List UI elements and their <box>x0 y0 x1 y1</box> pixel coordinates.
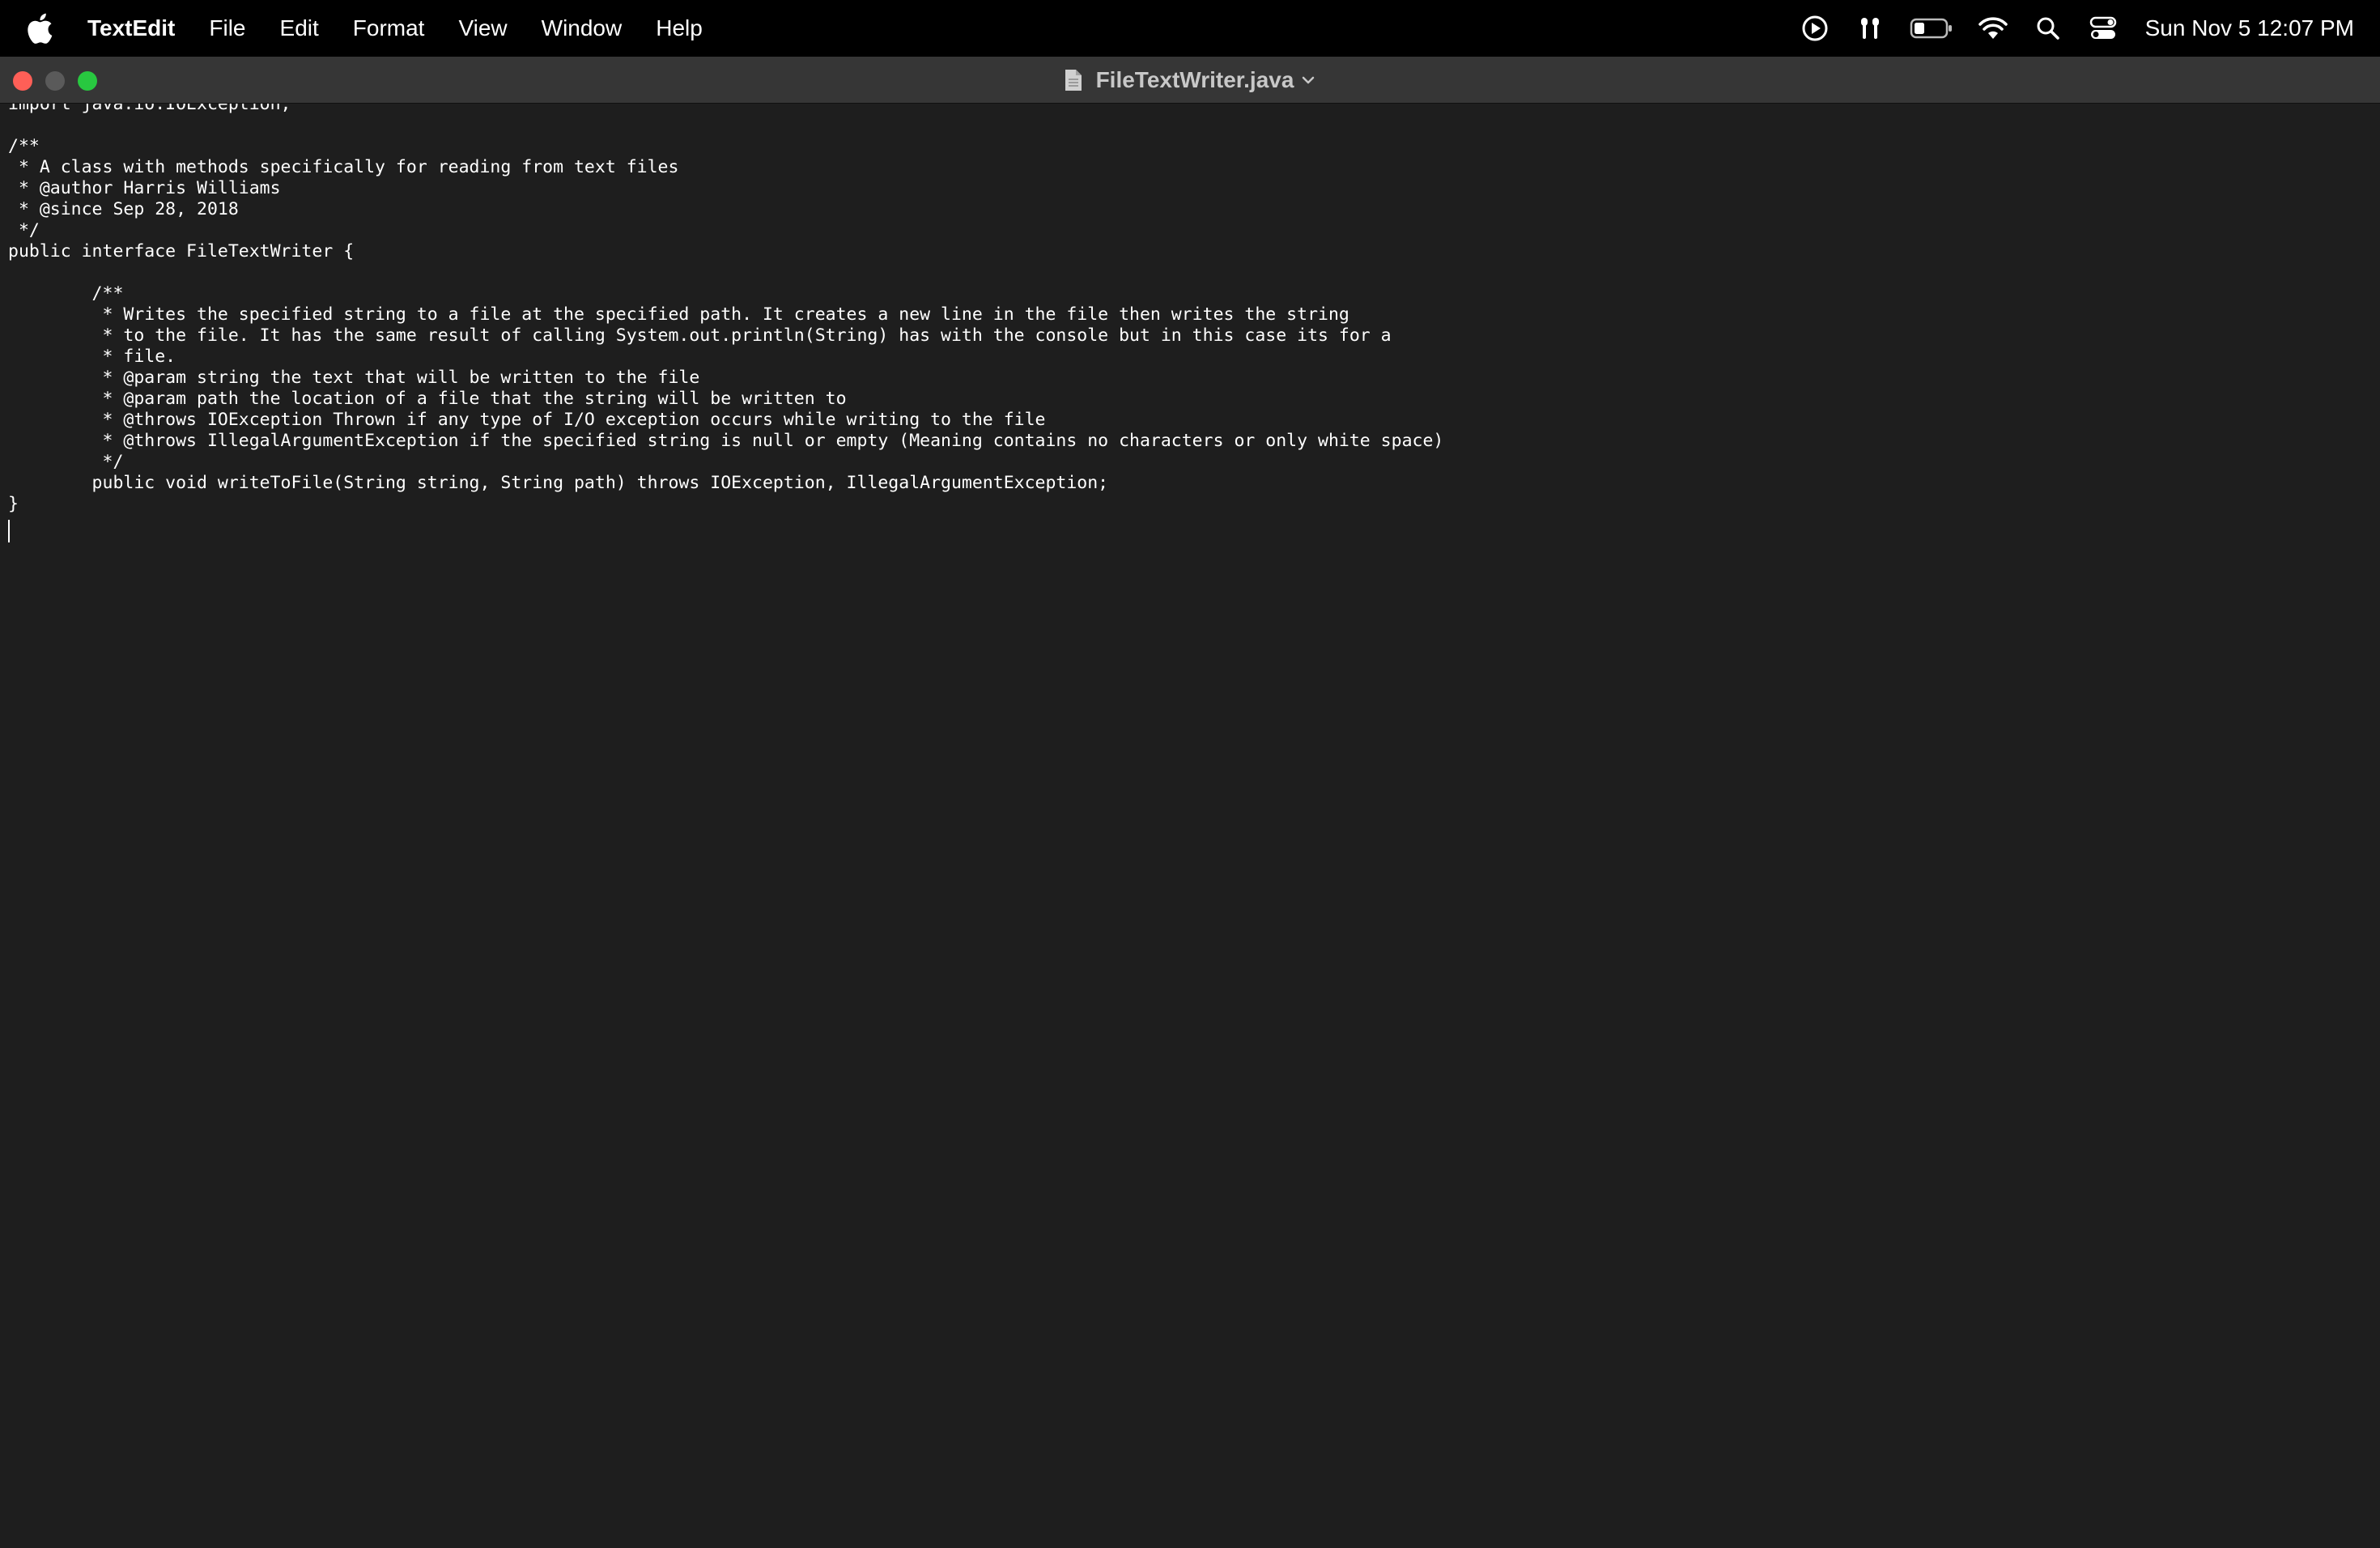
code-line[interactable]: * @author Harris Williams <box>8 178 2380 199</box>
window-title-bar[interactable]: FileTextWriter.java <box>0 57 2380 104</box>
spotlight-search-icon[interactable] <box>2030 12 2066 45</box>
code-line[interactable]: import java.io.IOException; <box>8 104 2380 115</box>
text-editor-area[interactable]: import java.io.IOException; /** * A class… <box>0 104 2380 1548</box>
window-title[interactable]: FileTextWriter.java <box>0 57 2380 104</box>
code-line[interactable]: /** <box>8 283 2380 304</box>
status-area: Sun Nov 5 12:07 PM <box>1778 12 2354 45</box>
code-line[interactable]: * @param string the text that will be wr… <box>8 368 2380 389</box>
menu-bar: TextEdit File Edit Format View Window He… <box>0 0 2380 57</box>
code-text[interactable]: import java.io.IOException; /** * A class… <box>0 104 2380 536</box>
menu-format[interactable]: Format <box>353 15 425 41</box>
menu-help[interactable]: Help <box>656 15 703 41</box>
code-line[interactable]: * A class with methods specifically for … <box>8 157 2380 178</box>
code-line[interactable]: /** <box>8 136 2380 157</box>
code-line[interactable]: * @since Sep 28, 2018 <box>8 199 2380 220</box>
code-line[interactable]: } <box>8 494 2380 515</box>
code-line[interactable]: * Writes the specified string to a file … <box>8 304 2380 325</box>
code-line[interactable] <box>8 115 2380 136</box>
menu-textedit[interactable]: TextEdit <box>87 15 175 41</box>
apple-logo-icon[interactable] <box>26 12 58 45</box>
menu-edit[interactable]: Edit <box>280 15 319 41</box>
code-line[interactable] <box>8 515 2380 536</box>
text-cursor <box>8 520 10 542</box>
menu-window[interactable]: Window <box>542 15 623 41</box>
code-line[interactable] <box>8 262 2380 283</box>
code-line[interactable]: public void writeToFile(String string, S… <box>8 473 2380 494</box>
menu-file[interactable]: File <box>209 15 245 41</box>
document-icon <box>1064 68 1085 92</box>
menu-bar-clock[interactable]: Sun Nov 5 12:07 PM <box>2145 15 2354 41</box>
code-line[interactable]: * @throws IllegalArgumentException if th… <box>8 431 2380 452</box>
screen-recording-icon[interactable] <box>1797 12 1833 45</box>
code-line[interactable]: * to the file. It has the same result of… <box>8 325 2380 347</box>
code-line[interactable]: * @throws IOException Thrown if any type… <box>8 410 2380 431</box>
code-line[interactable]: * file. <box>8 347 2380 368</box>
chevron-down-icon[interactable] <box>1300 72 1316 88</box>
airpods-icon[interactable] <box>1852 12 1888 45</box>
code-line[interactable]: * @param path the location of a file tha… <box>8 389 2380 410</box>
battery-icon[interactable] <box>1907 12 1956 45</box>
control-center-icon[interactable] <box>2085 12 2121 45</box>
window-title-text: FileTextWriter.java <box>1095 67 1294 92</box>
menu-view[interactable]: View <box>458 15 507 41</box>
code-line[interactable]: public interface FileTextWriter { <box>8 241 2380 262</box>
code-line[interactable]: */ <box>8 452 2380 473</box>
wifi-icon[interactable] <box>1975 12 2011 45</box>
code-line[interactable]: */ <box>8 220 2380 241</box>
